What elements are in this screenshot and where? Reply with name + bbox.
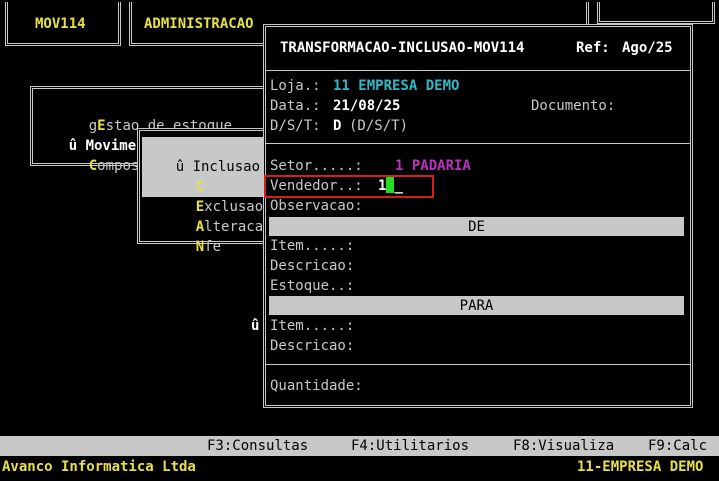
ref-label: Ref: [576,40,610,56]
section-name: ADMINISTRACAO [144,16,254,32]
setor-value[interactable]: 1 PADARIA [395,156,471,176]
documento-label: Documento: [531,98,616,114]
de-section-header: DE [269,217,684,236]
data-label: Data.: [270,98,321,114]
setor-label: Setor.....: [270,158,363,174]
module-code: MOV114 [35,16,86,32]
dst-hint: (D/S/T) [349,118,409,134]
status-tenant: 11-EMPRESA DEMO [577,459,704,475]
title-separator [266,70,690,71]
sub-menu: û Inclusao Cancelame Exclusao Alteracao … [137,128,272,255]
fkey-f8-visualiza[interactable]: F8:Visualiza [513,436,614,456]
para-item-label: Item.....: [270,318,355,334]
de-item-label: Item.....: [270,238,355,254]
loja-label: Loja.: [270,78,321,94]
dst-label: D/S/T: [270,118,321,134]
fkey-f9-calc[interactable]: F9:Calc [648,436,707,456]
side-marker: û [251,318,260,334]
vendedor-label: Vendedor..: [270,178,363,194]
dst-value[interactable]: D [333,116,341,136]
para-section-header: PARA [269,296,684,315]
right-top-box [597,2,715,24]
vendedor-input[interactable]: 1 _ [378,176,403,196]
status-company: Avanco Informatica Ltda [2,459,196,475]
quantidade-separator [266,364,690,365]
de-descricao-label: Descricao: [270,258,355,274]
form-title: TRANSFORMACAO-INCLUSAO-MOV114 [280,40,525,56]
fkey-f4-utilitarios[interactable]: F4:Utilitarios [351,436,469,456]
observacao-label: Observacao: [270,198,363,214]
module-box: MOV114 [5,2,121,46]
fkey-f3-consultas[interactable]: F3:Consultas [207,436,308,456]
para-descricao-label: Descricao: [270,338,355,354]
submenu-item-nfe[interactable]: Nfe [162,217,221,277]
data-value: 21/08/25 [333,98,401,114]
loja-value: 11 EMPRESA DEMO [333,78,460,94]
text-cursor [386,177,395,193]
de-estoque-label: Estoque..: [270,278,355,294]
header-separator [266,143,690,144]
quantidade-label: Quantidade: [270,378,363,394]
ref-value: Ago/25 [622,40,673,56]
